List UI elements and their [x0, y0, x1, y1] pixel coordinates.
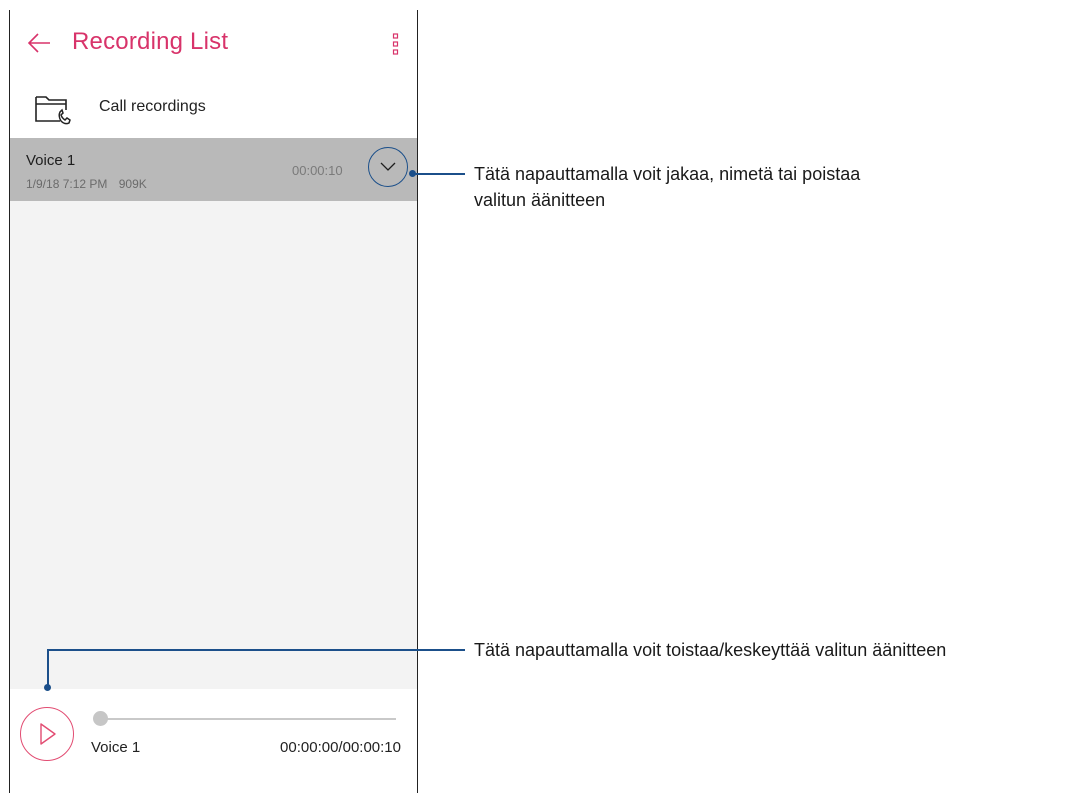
callout-expand-line1: Tätä napauttamalla voit jakaa, nimetä ta…	[474, 164, 861, 184]
callout-expand-text: Tätä napauttamalla voit jakaa, nimetä ta…	[474, 161, 860, 213]
folder-phone-icon	[35, 96, 71, 125]
folder-label: Call recordings	[99, 98, 206, 115]
callout-play-line1: Tätä napauttamalla voit toistaa/keskeytt…	[474, 640, 947, 660]
play-icon	[40, 723, 56, 745]
seek-thumb[interactable]	[92, 711, 108, 726]
player-title: Voice 1	[91, 739, 141, 756]
player-time: 00:00:00/00:00:10	[280, 739, 401, 756]
recording-duration: 00:00:10	[292, 163, 343, 178]
phone-screen: Recording List Call recordings Voice 1 1…	[9, 10, 418, 793]
play-pause-button[interactable]	[20, 707, 74, 761]
callout-play-text: Tätä napauttamalla voit toistaa/keskeytt…	[474, 637, 946, 663]
callout-play-vertical	[47, 649, 49, 687]
expand-options-button[interactable]	[368, 147, 408, 187]
callout-expand-line2: valitun äänitteen	[474, 190, 606, 210]
recording-datetime: 1/9/18 7:12 PM	[26, 177, 108, 191]
call-recordings-folder[interactable]: Call recordings	[10, 80, 417, 136]
app-bar: Recording List	[10, 10, 417, 74]
recording-name: Voice 1	[26, 152, 76, 169]
chevron-down-icon	[380, 162, 396, 171]
callout-play-horizontal	[47, 649, 465, 651]
arrow-left-icon[interactable]	[26, 30, 52, 56]
recording-meta: 1/9/18 7:12 PM 909K	[26, 177, 147, 191]
recording-size: 909K	[118, 177, 147, 191]
more-vertical-icon[interactable]	[391, 32, 401, 56]
seek-bar[interactable]	[98, 718, 396, 720]
callout-expand-line	[413, 173, 465, 175]
page-title: Recording List	[72, 28, 229, 55]
callout-play-dot	[44, 684, 51, 691]
player-bar: Voice 1 00:00:00/00:00:10	[10, 689, 417, 793]
recording-list: Voice 1 1/9/18 7:12 PM 909K 00:00:10	[10, 138, 417, 689]
list-item[interactable]: Voice 1 1/9/18 7:12 PM 909K 00:00:10	[10, 138, 417, 201]
